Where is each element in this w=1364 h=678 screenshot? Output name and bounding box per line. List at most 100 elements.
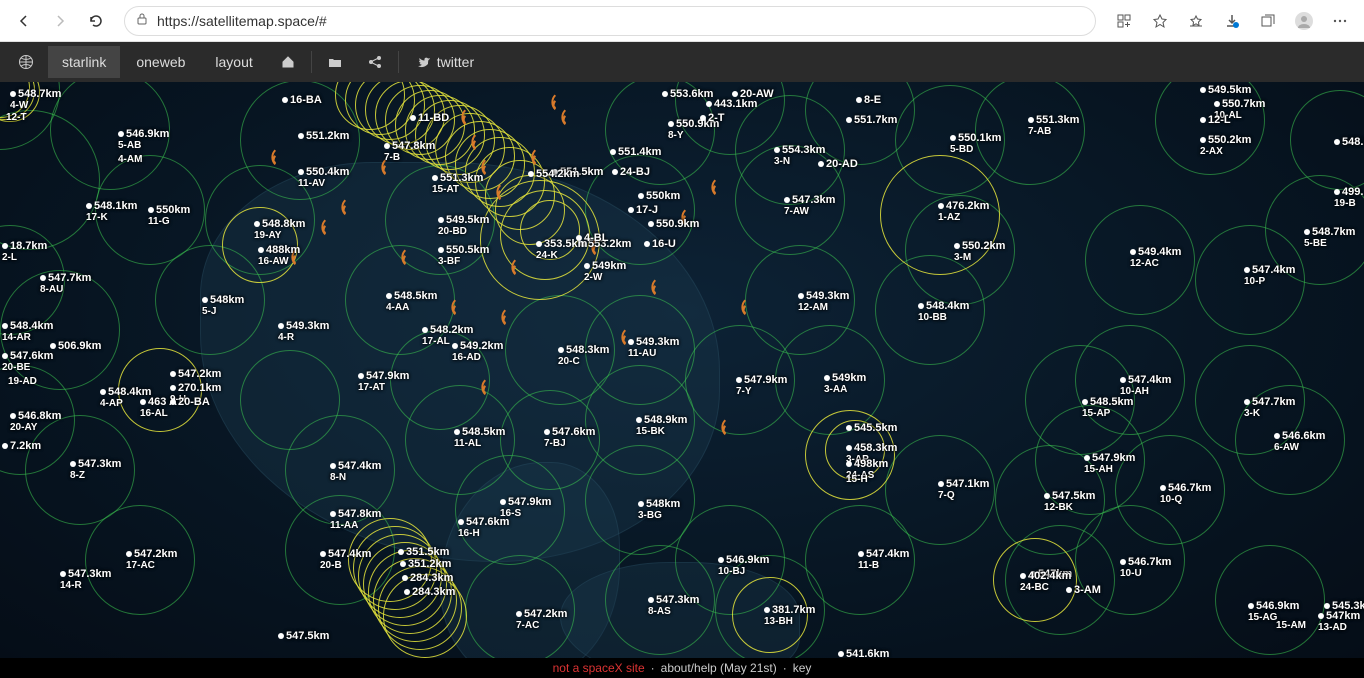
app-nav: starlink oneweb layout twitter (0, 42, 1364, 82)
satellite-label: 15-AM (1276, 620, 1306, 632)
home-icon[interactable] (269, 47, 307, 77)
satellite-label: 550.9km8-Y (668, 118, 719, 142)
satellite-label: 547.6km20-BE (2, 350, 53, 374)
satellite-label: 550km11-G (148, 204, 190, 228)
satellite-label: 550.2km3-M (954, 240, 1005, 264)
satellite-label: 547.4km11-B (858, 548, 909, 572)
satellite-label: 547.4km20-B (320, 548, 371, 572)
ground-station-icon (466, 133, 486, 153)
share-icon[interactable] (356, 47, 394, 77)
favorites-bar-icon[interactable] (1180, 5, 1212, 37)
satellite-label: 463 A16-AL (140, 396, 177, 420)
satellite-label: 2-T (700, 112, 725, 124)
satellite-label: 551.2km (298, 130, 349, 142)
footer-disclaimer: not a spaceX site (553, 661, 645, 675)
ground-station-icon (456, 108, 476, 128)
browser-chrome: https://satellitemap.space/# (0, 0, 1364, 42)
satellite-label: 498km24-AS (846, 458, 888, 482)
satellite-label: 547.1km7-Q (938, 478, 989, 502)
satellite-label: 545.5km (846, 422, 897, 434)
satellite-label: 551.4km (610, 146, 661, 158)
satellite-label: 24-BJ (612, 166, 650, 178)
nav-twitter[interactable]: twitter (403, 46, 488, 78)
satellite-label: 545.3km (1324, 600, 1364, 612)
satellite-label: 548.1km17-K (86, 200, 137, 224)
satellite-label: 8-E (856, 94, 881, 106)
satellite-label: 402.4km24-BC (1020, 570, 1071, 594)
lock-icon (135, 12, 149, 29)
landmass (560, 562, 800, 658)
satellite-map[interactable]: 548.7km4-W12-T546.9km5-AB4-AM548.1km17-K… (0, 82, 1364, 658)
refresh-button[interactable] (80, 5, 112, 37)
satellite-label: 443.1km (706, 98, 757, 110)
satellite-label: 550.9km (648, 218, 699, 230)
downloads-icon[interactable] (1216, 5, 1248, 37)
satellite-label: 458.3km3-AP (846, 442, 897, 466)
satellite-label: 541.6km (838, 648, 889, 658)
nav-separator (398, 51, 399, 73)
satellite-label: 547.7km8-AU (40, 272, 91, 296)
satellite-label: 12-L (1200, 114, 1231, 126)
satellite-label: 20-AW (732, 88, 774, 100)
satellite-label: 18.7km2-L (2, 240, 47, 264)
ground-station-icon (676, 208, 696, 228)
satellite-label: 11-BD (410, 112, 449, 124)
satellite-label: 547.3km8-Z (70, 458, 121, 482)
satellite-label: 549km3-AA (824, 372, 866, 396)
ground-station-icon (546, 93, 566, 113)
satellite-label: 548.7km5-BE (1304, 226, 1355, 250)
satellite-label: 550.2km2-AX (1200, 134, 1251, 158)
satellite-label: 499.19-B (1334, 186, 1363, 210)
satellite-label: 476.2km1-AZ (938, 200, 989, 224)
satellite-label: 12-T (6, 112, 27, 124)
satellite-label: 20-BA (170, 396, 210, 408)
satellite-label: 548.4km14-AR (2, 320, 53, 344)
satellite-label: 546.7km10-U (1120, 556, 1171, 580)
satellite-label: 7.2km (2, 440, 41, 452)
ground-station-icon (266, 148, 286, 168)
nav-starlink[interactable]: starlink (48, 46, 120, 78)
collections-icon[interactable] (1252, 5, 1284, 37)
satellite-label: 551.7km (846, 114, 897, 126)
satellite-label: 548.5km15-AP (1082, 396, 1133, 420)
satellite-label: 547.5km (278, 630, 329, 642)
satellite-label: 547km (1030, 568, 1072, 580)
satellite-label: 546.8km20-AY (10, 410, 61, 434)
folder-icon[interactable] (316, 47, 354, 77)
extensions-icon[interactable] (1108, 5, 1140, 37)
satellite-label: 546.9km15-AG (1248, 600, 1299, 624)
footer-about-link[interactable]: about/help (May 21st) (661, 661, 777, 675)
back-button[interactable] (8, 5, 40, 37)
satellite-label: 546.6km6-AW (1274, 430, 1325, 454)
satellite-label: 547.5km12-BK (1044, 490, 1095, 514)
forward-button[interactable] (44, 5, 76, 37)
satellite-label: 547.3km14-R (60, 568, 111, 592)
profile-icon[interactable] (1288, 5, 1320, 37)
satellite-label: 546.9km5-AB (118, 128, 169, 152)
ground-station-icon (556, 108, 576, 128)
more-icon[interactable] (1324, 5, 1356, 37)
globe-icon[interactable] (6, 46, 46, 78)
satellite-label: 506.9km (50, 340, 101, 352)
url-bar[interactable]: https://satellitemap.space/# (124, 6, 1096, 36)
nav-separator (311, 51, 312, 73)
twitter-icon (417, 55, 431, 69)
footer-key-link[interactable]: key (793, 661, 812, 675)
satellite-label: 548.4km10-BB (918, 300, 969, 324)
ground-station-icon (526, 148, 546, 168)
satellite-label: 547.4km10-AH (1120, 374, 1171, 398)
satellite-label: 549.4km12-AC (1130, 246, 1181, 270)
ground-station-icon (716, 418, 736, 438)
satellite-label: 15-H (846, 474, 868, 486)
ground-station-icon (736, 298, 756, 318)
nav-layout[interactable]: layout (201, 46, 266, 78)
nav-oneweb[interactable]: oneweb (122, 46, 199, 78)
satellite-label: 4-AM (118, 154, 142, 166)
satellite-label: 547.9km7-Y (736, 374, 787, 398)
ground-station-icon (706, 178, 726, 198)
satellite-label: 547.2km17-AC (126, 548, 177, 572)
satellite-label: 20-AD (818, 158, 858, 170)
favorite-icon[interactable] (1144, 5, 1176, 37)
nav-twitter-label: twitter (437, 54, 474, 70)
url-text: https://satellitemap.space/# (157, 13, 1085, 29)
